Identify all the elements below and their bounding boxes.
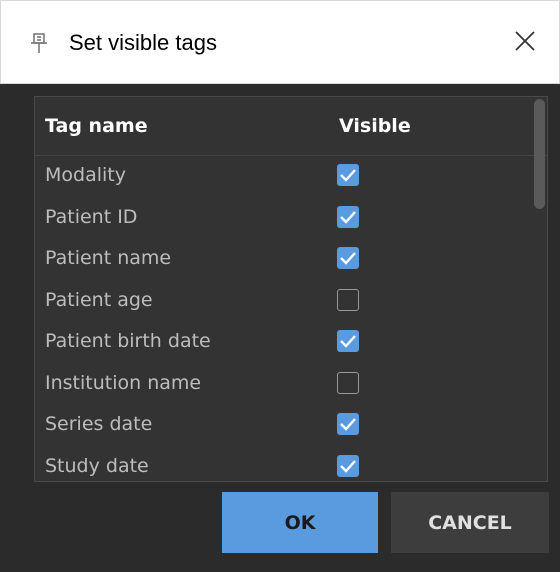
checkmark-icon xyxy=(340,459,356,473)
visible-checkbox[interactable] xyxy=(337,205,359,228)
visible-checkbox[interactable] xyxy=(337,247,359,269)
tags-table: Tag name Visible Modality Patient ID Patie… xyxy=(34,96,548,482)
table-row: Patient ID xyxy=(35,197,547,239)
tag-name-cell: Patient ID xyxy=(45,205,138,228)
table-header: Tag name Visible xyxy=(35,97,547,156)
tag-name-cell: Patient name xyxy=(45,247,172,269)
dialog-title: Set visible tags xyxy=(69,30,217,55)
table-row: Patient birth date xyxy=(35,321,547,363)
checkmark-icon xyxy=(340,418,356,431)
table-row: Institution name xyxy=(35,363,547,405)
cancel-button[interactable]: CANCEL xyxy=(391,492,549,553)
close-button[interactable] xyxy=(505,23,545,63)
set-visible-tags-dialog: Set visible tags Tag name Visible Modali… xyxy=(0,0,560,572)
tag-name-cell: Modality xyxy=(45,164,126,186)
title-bar: Set visible tags xyxy=(0,0,560,84)
tag-pin-icon xyxy=(27,31,51,55)
tag-name-cell: Patient age xyxy=(45,288,153,311)
tag-name-cell: Series date xyxy=(45,413,153,435)
table-row: Patient age xyxy=(35,280,547,322)
visible-checkbox[interactable] xyxy=(337,288,359,311)
tag-name-cell: Institution name xyxy=(45,371,202,394)
visible-checkbox[interactable] xyxy=(337,164,359,186)
tag-name-cell: Patient birth date xyxy=(45,330,211,352)
table-row: Study date xyxy=(35,446,547,482)
table-row: Patient name xyxy=(35,238,547,280)
checkmark-icon xyxy=(340,252,356,265)
column-header-tag-name: Tag name xyxy=(45,115,148,137)
checkmark-icon xyxy=(340,335,356,348)
visible-checkbox[interactable] xyxy=(337,371,359,394)
checkmark-icon xyxy=(340,169,356,182)
checkmark-icon xyxy=(340,210,356,224)
table-body: Modality Patient ID Patient name Patient ag… xyxy=(35,155,547,482)
column-header-visible: Visible xyxy=(339,115,411,137)
ok-button[interactable]: OK xyxy=(222,492,378,553)
tag-name-cell: Study date xyxy=(45,454,149,477)
visible-checkbox[interactable] xyxy=(337,454,359,477)
vertical-scrollbar[interactable] xyxy=(534,99,545,209)
visible-checkbox[interactable] xyxy=(337,330,359,352)
visible-checkbox[interactable] xyxy=(337,413,359,435)
table-row: Modality xyxy=(35,155,547,197)
close-icon xyxy=(514,30,536,56)
table-row: Series date xyxy=(35,404,547,446)
